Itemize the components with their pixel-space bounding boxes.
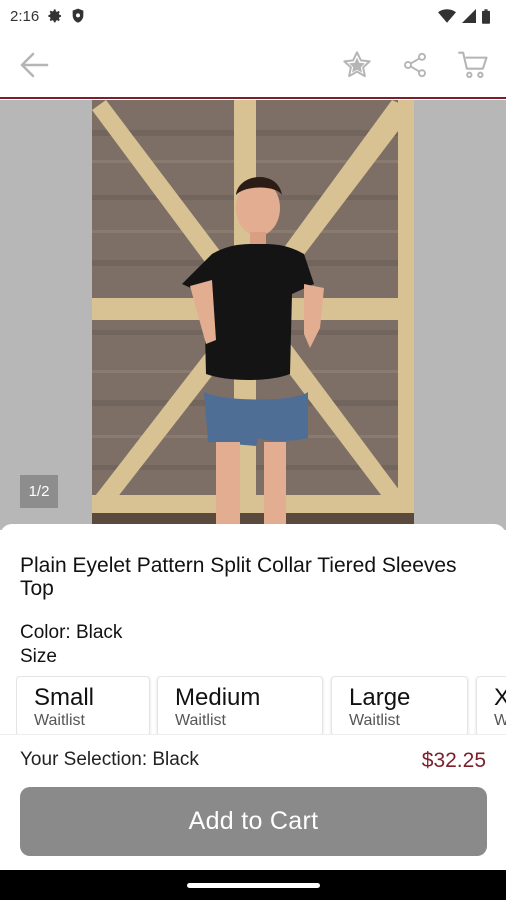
arrow-left-icon[interactable] xyxy=(14,45,54,85)
size-option-large[interactable]: Large Waitlist xyxy=(331,676,468,734)
star-icon[interactable] xyxy=(338,46,376,84)
status-left: 2:16 xyxy=(10,8,85,25)
add-to-cart-button[interactable]: Add to Cart xyxy=(20,787,487,856)
size-name: Medium xyxy=(175,684,261,711)
product-title: Plain Eyelet Pattern Split Collar Tiered… xyxy=(20,554,457,600)
signal-icon xyxy=(462,9,476,23)
top-toolbar xyxy=(0,32,506,99)
purchase-bar: Your Selection: Black $32.25 Add to Cart xyxy=(0,734,506,870)
product-image-gallery[interactable]: 1/2 xyxy=(0,100,506,530)
size-status: Waitlist xyxy=(34,712,85,729)
settings-gear-icon xyxy=(47,8,63,24)
color-label: Color: Black xyxy=(20,622,123,643)
size-option-medium[interactable]: Medium Waitlist xyxy=(157,676,323,734)
image-counter: 1/2 xyxy=(20,475,58,508)
selection-summary: Your Selection: Black xyxy=(20,749,199,770)
status-right xyxy=(438,8,490,24)
price: $32.25 xyxy=(421,749,486,772)
home-gesture-handle[interactable] xyxy=(187,883,320,888)
share-icon[interactable] xyxy=(396,46,434,84)
wifi-icon xyxy=(438,9,456,23)
cart-icon[interactable] xyxy=(454,46,492,84)
size-selector[interactable]: Small Waitlist Medium Waitlist Large Wai… xyxy=(16,676,506,734)
system-navigation-bar xyxy=(0,870,506,900)
battery-icon xyxy=(482,8,490,24)
size-status: Waitlist xyxy=(349,712,400,729)
size-name: Small xyxy=(34,684,95,711)
toolbar-actions xyxy=(338,46,492,84)
size-option-xl[interactable]: X W xyxy=(476,676,506,734)
size-name: Large xyxy=(349,684,411,711)
status-time: 2:16 xyxy=(10,7,40,25)
size-name: X xyxy=(494,684,506,711)
shield-icon xyxy=(71,8,85,24)
product-detail-sheet: Plain Eyelet Pattern Split Collar Tiered… xyxy=(0,524,506,870)
size-status: W xyxy=(494,712,506,729)
size-label: Size xyxy=(20,646,57,667)
size-status: Waitlist xyxy=(175,712,226,729)
size-option-small[interactable]: Small Waitlist xyxy=(16,676,150,734)
product-photo xyxy=(92,100,414,530)
status-bar: 2:16 xyxy=(0,0,506,32)
